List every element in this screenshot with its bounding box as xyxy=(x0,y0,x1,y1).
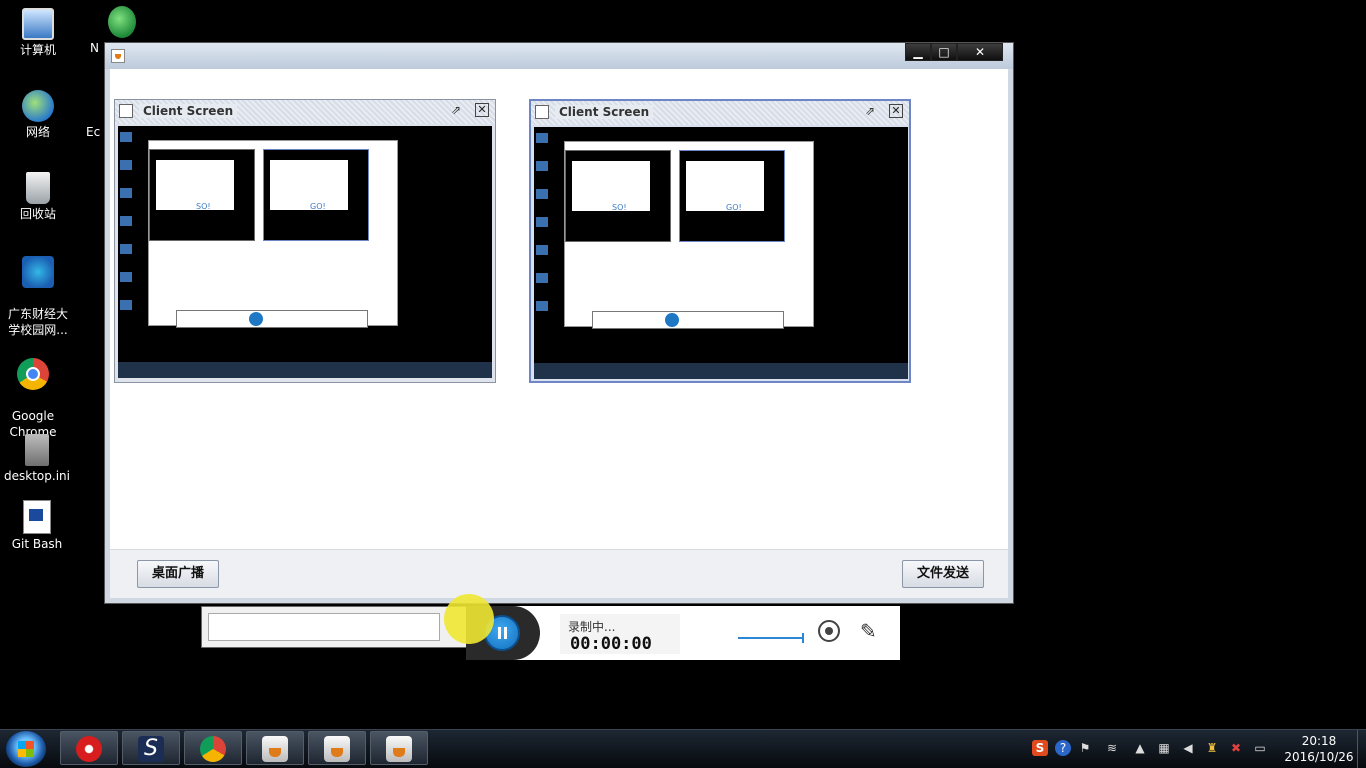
taskbar-java-1[interactable] xyxy=(246,731,304,765)
desktop-icon-label: 网络 xyxy=(25,125,50,139)
popout-icon[interactable]: ⇗ xyxy=(865,104,879,118)
help-icon[interactable]: ? xyxy=(1055,740,1071,756)
window-icon xyxy=(119,104,133,118)
taskbar-java-2[interactable] xyxy=(308,731,366,765)
taskbar: S S ? ⚑ ≋ ▲ ▦ ◀ ♜ ✖ ▭ 20:18 2016/10/26 xyxy=(0,729,1366,768)
mini-pane: GO! xyxy=(679,150,785,242)
taskbar-chrome[interactable] xyxy=(184,731,242,765)
client-screen-title: Client Screen xyxy=(555,105,654,119)
minimize-button[interactable]: ▁ xyxy=(905,43,931,61)
volume-slider[interactable] xyxy=(738,633,804,643)
show-desktop-button[interactable] xyxy=(1357,730,1366,768)
user-icon[interactable]: ♜ xyxy=(1204,740,1220,756)
recycle-bin-icon xyxy=(26,172,50,204)
arrow-up-icon[interactable]: ▲ xyxy=(1132,740,1148,756)
mini-pane: SO! xyxy=(565,150,671,242)
recording-timer: 00:00:00 xyxy=(570,634,652,654)
mini-text: GO! xyxy=(726,203,742,212)
main-window: ▁ □ ✕ Client Screen ⇗ ✕ SO! GO! Client S… xyxy=(104,42,1014,604)
git-bash-icon xyxy=(23,500,51,534)
mini-taskbar xyxy=(118,362,492,378)
desktop-icon-recycle-bin[interactable]: 回收站 xyxy=(0,172,76,222)
close-button[interactable]: ✕ xyxy=(957,43,1003,61)
mini-desktop-icons xyxy=(120,132,132,312)
start-button[interactable] xyxy=(6,731,46,767)
sogou-icon[interactable]: S xyxy=(1032,740,1048,756)
desktop-icon-git-bash[interactable]: Git Bash xyxy=(0,500,75,552)
webcam-icon[interactable] xyxy=(818,620,840,642)
clock-time: 20:18 xyxy=(1301,734,1337,748)
ini-file-icon xyxy=(25,434,49,466)
close-icon[interactable]: ✕ xyxy=(889,104,903,118)
flag-icon[interactable]: ⚑ xyxy=(1077,740,1093,756)
s-app-icon: S xyxy=(138,736,164,762)
desktop-icon-gdufe[interactable]: 广东财经大 学校园网... xyxy=(0,240,76,354)
volume-icon[interactable]: ◀ xyxy=(1180,740,1196,756)
taskbar-java-3[interactable] xyxy=(370,731,428,765)
client-screen-view: SO! GO! xyxy=(118,126,492,378)
java-app-icon xyxy=(111,49,125,63)
netease-music-icon xyxy=(76,736,102,762)
recorder-input-strip xyxy=(201,606,471,648)
clock-date: 2016/10/26 xyxy=(1284,750,1354,764)
send-file-button[interactable]: 文件发送 xyxy=(901,560,984,588)
wifi-icon[interactable]: ≋ xyxy=(1104,740,1120,756)
desktop-icon-label: Git Bash xyxy=(11,537,63,551)
network-block-icon[interactable]: ✖ xyxy=(1228,740,1244,756)
maximize-button[interactable]: □ xyxy=(931,43,957,61)
java-icon xyxy=(386,736,412,762)
recorder-panel: 录制中... 00:00:00 ✎ xyxy=(466,606,900,660)
shortcut-icon xyxy=(22,256,54,288)
mini-window: SO! GO! xyxy=(148,140,398,326)
mini-pane: SO! xyxy=(149,149,255,241)
mini-desktop-icons xyxy=(536,133,548,313)
network-icon xyxy=(22,90,54,122)
system-clock[interactable]: 20:18 2016/10/26 xyxy=(1278,733,1360,765)
mini-pane: GO! xyxy=(263,149,369,241)
client-screen-frame[interactable]: Client Screen ⇗ ✕ SO! GO! xyxy=(114,99,496,383)
app-shortcut-icon xyxy=(108,6,136,38)
title-bar[interactable]: ▁ □ ✕ xyxy=(105,43,1013,69)
client-screen-title: Client Screen xyxy=(139,104,238,118)
chrome-icon xyxy=(17,358,49,390)
desktop-icon-label: 回收站 xyxy=(19,207,56,221)
window-icon xyxy=(535,105,549,119)
taskbar-s-app[interactable]: S xyxy=(122,731,180,765)
computer-icon xyxy=(22,8,54,40)
mini-recorder-bar xyxy=(176,310,368,328)
desktop-broadcast-button[interactable]: 桌面广播 xyxy=(137,560,220,588)
recording-status: 录制中... xyxy=(568,620,616,634)
client-screen-title-bar[interactable]: Client Screen ⇗ ✕ xyxy=(115,100,495,124)
desktop-icon-desktop-ini[interactable]: desktop.ini xyxy=(0,434,75,484)
desktop-icon-label: 广东财经大 学校园网... xyxy=(7,307,68,337)
pen-icon[interactable]: ✎ xyxy=(860,619,884,643)
action-bar: 桌面广播 文件发送 xyxy=(110,549,1008,598)
client-screen-title-bar[interactable]: Client Screen ⇗ ✕ xyxy=(531,101,909,125)
desktop-icon-computer[interactable]: 计算机 xyxy=(0,8,76,58)
java-icon xyxy=(262,736,288,762)
desktop-icon-partial-label: Ec xyxy=(86,125,101,139)
chrome-icon xyxy=(200,736,226,762)
mini-text: SO! xyxy=(612,203,627,212)
desktop-icon-network[interactable]: 网络 xyxy=(0,90,76,140)
client-screen-frame-selected[interactable]: Client Screen ⇗ ✕ SO! GO! xyxy=(529,99,911,383)
java-icon xyxy=(324,736,350,762)
desktop-icon-label: desktop.ini xyxy=(4,469,70,483)
popout-icon[interactable]: ⇗ xyxy=(451,103,465,117)
close-icon[interactable]: ✕ xyxy=(475,103,489,117)
device-icon[interactable]: ▦ xyxy=(1156,740,1172,756)
mini-recorder-bar xyxy=(592,311,784,329)
desktop-icon-label: 计算机 xyxy=(19,43,56,57)
window-content: Client Screen ⇗ ✕ SO! GO! Client Screen … xyxy=(110,69,1008,598)
cursor-highlight xyxy=(444,594,494,644)
monitor-icon[interactable]: ▭ xyxy=(1252,740,1268,756)
mini-text: SO! xyxy=(196,202,211,211)
mini-text: GO! xyxy=(310,202,326,211)
recorder-info: 录制中... 00:00:00 xyxy=(560,614,680,654)
mini-window: SO! GO! xyxy=(564,141,814,327)
client-screen-view: SO! GO! xyxy=(534,127,908,379)
mini-taskbar xyxy=(534,363,908,379)
taskbar-netease-music[interactable] xyxy=(60,731,118,765)
